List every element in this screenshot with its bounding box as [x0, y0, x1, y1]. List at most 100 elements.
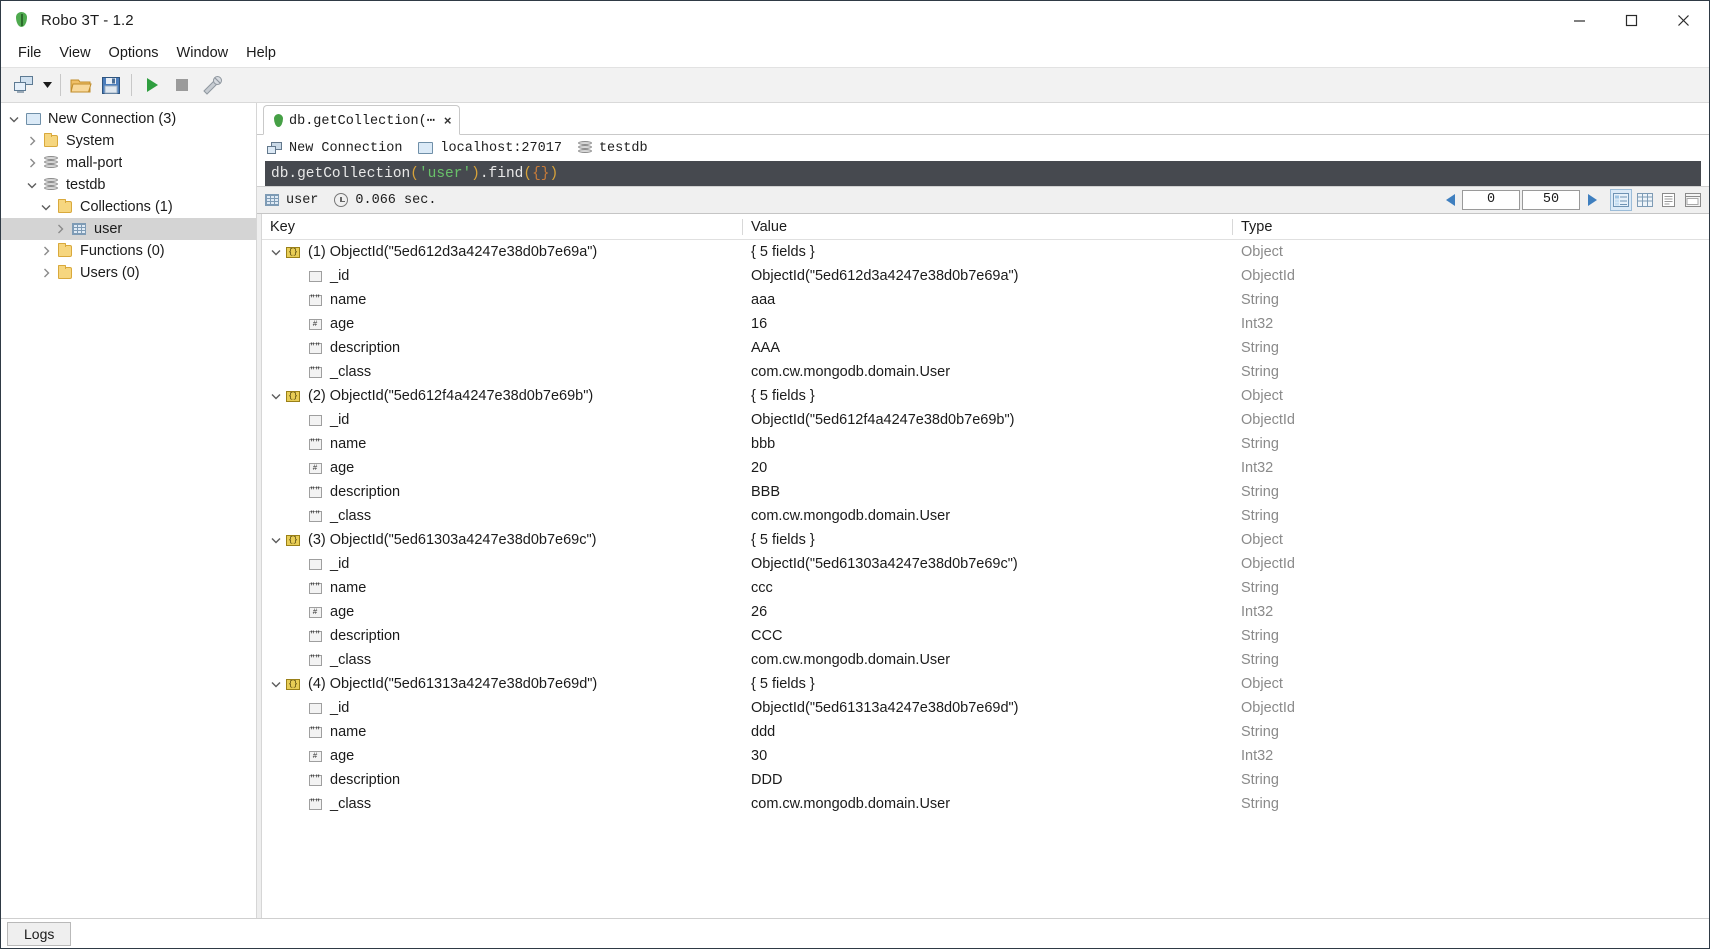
expand-panel-icon[interactable]: [1682, 189, 1704, 211]
column-header-key[interactable]: Key: [262, 219, 742, 235]
chevron-down-icon[interactable]: [5, 116, 23, 123]
table-row[interactable]: {} (2) ObjectId("5ed612f4a4247e38d0b7e69b…: [262, 384, 1709, 408]
close-icon[interactable]: [1657, 1, 1709, 39]
table-row[interactable]: "" _class com.cw.mongodb.domain.User String: [262, 792, 1709, 816]
query-editor-zone: db.getCollection('user') .find({}): [257, 161, 1709, 186]
breadcrumb-connection[interactable]: New Connection: [267, 141, 402, 156]
maximize-icon[interactable]: [1605, 1, 1657, 39]
table-row[interactable]: _id ObjectId("5ed612f4a4247e38d0b7e69b") O…: [262, 408, 1709, 432]
table-row[interactable]: _id ObjectId("5ed61313a4247e38d0b7e69d") O…: [262, 696, 1709, 720]
sidebar-item-label: testdb: [66, 177, 106, 193]
chevron-down-icon[interactable]: [268, 537, 284, 544]
tab-query-editor[interactable]: db.getCollection(⋯ ×: [263, 105, 461, 135]
chevron-right-icon[interactable]: [51, 224, 69, 234]
integer-hash-icon: #: [306, 462, 324, 474]
sidebar-item-testdb[interactable]: testdb: [1, 174, 256, 196]
limit-input[interactable]: 50: [1522, 190, 1580, 210]
breadcrumb-label: testdb: [598, 140, 648, 156]
table-row[interactable]: "" _class com.cw.mongodb.domain.User String: [262, 504, 1709, 528]
skip-input[interactable]: 0: [1462, 190, 1520, 210]
sidebar-item-user[interactable]: user: [1, 218, 256, 240]
chevron-down-icon[interactable]: [23, 182, 41, 189]
save-floppy-icon[interactable]: [96, 71, 126, 99]
row-type-cell: String: [1241, 364, 1279, 380]
table-row[interactable]: _id ObjectId("5ed612d3a4247e38d0b7e69a") O…: [262, 264, 1709, 288]
chevron-down-icon[interactable]: [268, 393, 284, 400]
objectid-icon: [306, 558, 324, 570]
row-value-cell: { 5 fields }: [751, 676, 815, 692]
wrench-icon[interactable]: [197, 71, 227, 99]
sidebar-item-functions[interactable]: Functions (0): [1, 240, 256, 262]
table-row[interactable]: "" description AAA String: [262, 336, 1709, 360]
stop-square-icon[interactable]: [167, 71, 197, 99]
connect-computers-icon[interactable]: [9, 71, 39, 99]
table-row[interactable]: {} (1) ObjectId("5ed612d3a4247e38d0b7e69a…: [262, 240, 1709, 264]
breadcrumb-database[interactable]: testdb: [577, 140, 648, 156]
sidebar-item-system[interactable]: System: [1, 130, 256, 152]
column-header-value[interactable]: Value: [742, 218, 1232, 235]
left-triangle-icon[interactable]: [1441, 190, 1461, 210]
chevron-down-icon[interactable]: [37, 204, 55, 211]
text-view-icon[interactable]: [1658, 189, 1680, 211]
table-row[interactable]: "" description BBB String: [262, 480, 1709, 504]
row-key-label: description: [330, 772, 401, 788]
menu-help[interactable]: Help: [237, 42, 285, 64]
right-triangle-icon[interactable]: [1581, 190, 1601, 210]
table-row[interactable]: {} (3) ObjectId("5ed61303a4247e38d0b7e69c…: [262, 528, 1709, 552]
object-braces-icon: {}: [284, 678, 302, 690]
table-row[interactable]: "" description CCC String: [262, 624, 1709, 648]
row-key-label: age: [330, 460, 355, 476]
chevron-down-icon[interactable]: [268, 681, 284, 688]
menu-view[interactable]: View: [50, 42, 99, 64]
row-type-cell: String: [1241, 652, 1279, 668]
row-type-cell: Int32: [1241, 460, 1274, 476]
table-view-icon[interactable]: [1634, 189, 1656, 211]
row-key-label: age: [330, 316, 355, 332]
query-input[interactable]: db.getCollection('user') .find({}): [265, 161, 1701, 186]
table-row[interactable]: "" name ddd String: [262, 720, 1709, 744]
row-value-cell: { 5 fields }: [751, 532, 815, 548]
chevron-right-icon[interactable]: [23, 158, 41, 168]
logs-button[interactable]: Logs: [7, 921, 72, 946]
results-grid[interactable]: Key Value Type {} (1) ObjectId("5ed612d3a…: [262, 214, 1709, 918]
table-row[interactable]: "" description DDD String: [262, 768, 1709, 792]
table-row[interactable]: "" name bbb String: [262, 432, 1709, 456]
table-row[interactable]: "" _class com.cw.mongodb.domain.User String: [262, 360, 1709, 384]
minimize-icon[interactable]: [1553, 1, 1605, 39]
chevron-right-icon[interactable]: [37, 268, 55, 278]
close-icon[interactable]: ×: [444, 113, 452, 128]
chevron-right-icon[interactable]: [23, 136, 41, 146]
sidebar-item-users[interactable]: Users (0): [1, 262, 256, 284]
table-row[interactable]: # age 16 Int32: [262, 312, 1709, 336]
table-row[interactable]: # age 26 Int32: [262, 600, 1709, 624]
sidebar-item-mall-port[interactable]: mall-port: [1, 152, 256, 174]
table-row[interactable]: # age 20 Int32: [262, 456, 1709, 480]
column-header-type[interactable]: Type: [1232, 218, 1709, 235]
play-triangle-icon[interactable]: [137, 71, 167, 99]
sidebar-item-new-connection[interactable]: New Connection (3): [1, 108, 256, 130]
database-icon: [41, 178, 61, 192]
chevron-right-icon[interactable]: [37, 246, 55, 256]
menu-window[interactable]: Window: [168, 42, 238, 64]
row-value-cell: com.cw.mongodb.domain.User: [751, 364, 951, 380]
menu-file[interactable]: File: [9, 42, 50, 64]
string-quotes-icon: "": [308, 629, 322, 642]
table-row[interactable]: # age 30 Int32: [262, 744, 1709, 768]
integer-hash-icon: #: [306, 606, 324, 618]
table-row[interactable]: _id ObjectId("5ed61303a4247e38d0b7e69c") O…: [262, 552, 1709, 576]
table-row[interactable]: "" name ccc String: [262, 576, 1709, 600]
table-row[interactable]: "" name aaa String: [262, 288, 1709, 312]
menu-options[interactable]: Options: [100, 42, 168, 64]
table-row[interactable]: {} (4) ObjectId("5ed61313a4247e38d0b7e69d…: [262, 672, 1709, 696]
table-row[interactable]: "" _class com.cw.mongodb.domain.User String: [262, 648, 1709, 672]
tab-label: db.getCollection(⋯: [289, 113, 435, 129]
row-value-cell: { 5 fields }: [751, 244, 815, 260]
open-folder-icon[interactable]: [66, 71, 96, 99]
row-type-cell: Object: [1241, 532, 1283, 548]
tree-view-icon[interactable]: [1610, 189, 1632, 211]
row-value-cell: { 5 fields }: [751, 388, 815, 404]
caret-down-icon[interactable]: [39, 71, 55, 99]
breadcrumb-host[interactable]: localhost:27017: [418, 141, 562, 156]
chevron-down-icon[interactable]: [268, 249, 284, 256]
sidebar-item-collections[interactable]: Collections (1): [1, 196, 256, 218]
